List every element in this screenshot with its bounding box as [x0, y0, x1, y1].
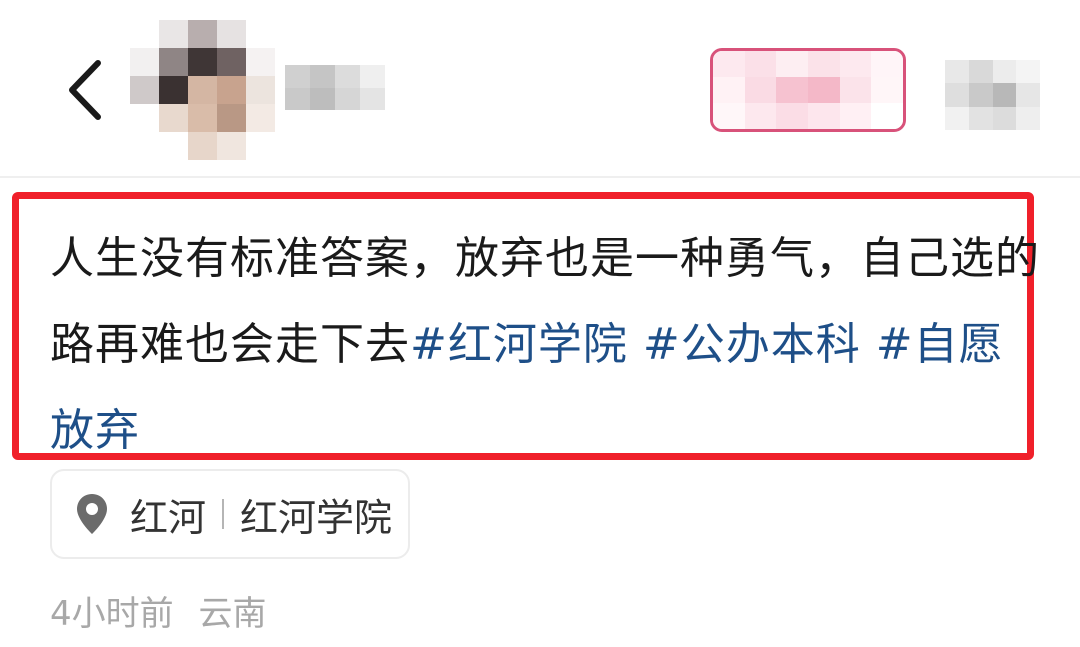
location-chip[interactable]: 红河 红河学院 — [50, 469, 410, 559]
hashtag-public-undergraduate[interactable]: #公办本科 — [643, 319, 861, 370]
avatar[interactable] — [130, 20, 275, 160]
hashtag-honghe-university[interactable]: #红河学院 — [410, 319, 628, 370]
chevron-left-icon — [69, 60, 101, 120]
post-region: 云南 — [198, 594, 267, 634]
more-options-blurred[interactable] — [945, 60, 1040, 130]
top-bar — [0, 0, 1080, 176]
location-city: 红河 — [130, 495, 207, 540]
back-button[interactable] — [60, 55, 120, 125]
post-meta: 4小时前 云南 — [50, 586, 266, 635]
post-text: 人生没有标准答案，放弃也是一种勇气，自己选的路再难也会走下去#红河学院 #公办本… — [50, 216, 1040, 474]
post-time: 4小时前 — [50, 594, 174, 634]
follow-button-blurred[interactable] — [710, 48, 906, 132]
header-divider — [0, 176, 1080, 178]
username-blurred[interactable] — [285, 65, 385, 110]
location-place: 红河学院 — [240, 495, 393, 540]
location-pin-icon — [77, 494, 107, 534]
location-separator — [222, 499, 225, 529]
